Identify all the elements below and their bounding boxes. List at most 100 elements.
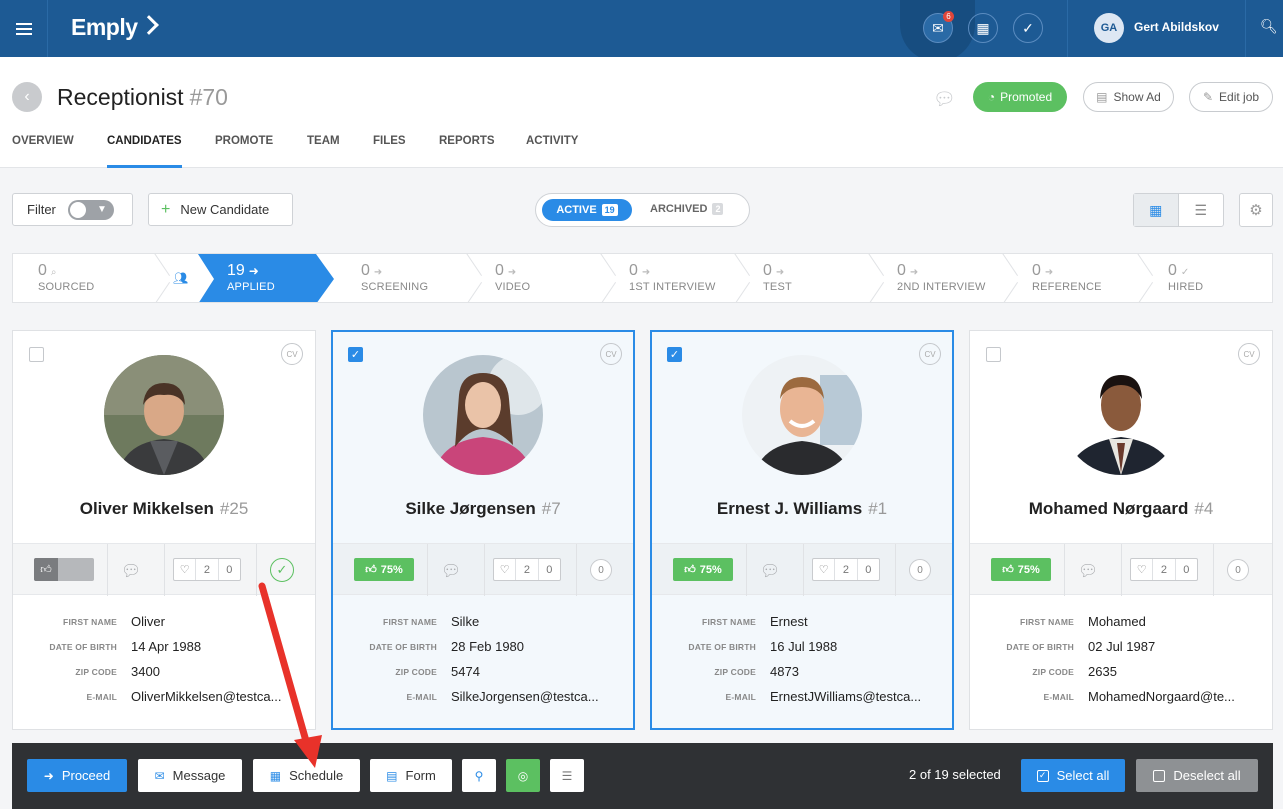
schedule-button[interactable]: ▦ Schedule — [253, 759, 360, 792]
tab-overview[interactable]: OVERVIEW — [12, 135, 74, 168]
rating-bar[interactable]: 👍︎ — [34, 558, 94, 581]
location-pin-icon[interactable]: ⚲ — [462, 759, 496, 792]
active-filter[interactable]: ACTIVE 19 — [542, 199, 632, 221]
candidate-name[interactable]: Mohamed Nørgaard #4 — [970, 499, 1272, 519]
comments-icon[interactable]: 💬︎ — [933, 89, 956, 110]
select-checkbox[interactable] — [29, 347, 44, 362]
stage-2nd-interview[interactable]: 0 ➜ 2ND INTERVIEW — [885, 254, 1005, 302]
divider — [1067, 0, 1068, 57]
mail-icon[interactable]: ✉ 6 — [923, 11, 954, 43]
candidate-card[interactable]: CV Oliver Mikkelsen #25 👍︎ 💬︎ ♡ 2 0 ✓ FIRST… — [12, 330, 316, 730]
promoted-button[interactable]: ◔ Promoted — [973, 82, 1067, 112]
deselect-all-button[interactable]: Deselect all — [1136, 759, 1258, 792]
comments-icon[interactable]: 💬︎ — [1078, 561, 1098, 581]
form-icon: ▤ — [386, 768, 398, 783]
more-menu-icon[interactable]: ☰ — [550, 759, 584, 792]
favorites-counter[interactable]: ♡ 2 0 — [1130, 558, 1198, 581]
comments-icon[interactable]: 💬︎ — [441, 561, 461, 581]
candidate-details: FIRST NAME Silke DATE OF BIRTH 28 Feb 1980… — [333, 609, 633, 709]
tab-candidates[interactable]: CANDIDATES — [107, 135, 182, 168]
cv-icon[interactable]: CV — [1238, 343, 1260, 365]
candidate-card[interactable]: ✓ CV Silke Jørgensen #7 👍︎ 75% 💬︎ ♡ 2 0 0 FI… — [331, 330, 635, 730]
bulk-action-bar: ➜ Proceed ✉ Message ▦ Schedule ▤ Form ⚲ ◎ ☰ … — [12, 743, 1273, 809]
tab-activity[interactable]: ACTIVITY — [526, 135, 578, 168]
approved-check-icon[interactable]: ✓ — [270, 558, 294, 582]
select-checkbox[interactable] — [986, 347, 1001, 362]
app-logo[interactable]: Emply — [71, 14, 159, 41]
filter-control[interactable]: Filter ▼ — [12, 193, 133, 226]
gear-icon[interactable]: ⚙ — [1239, 193, 1273, 227]
arrow-right-icon: ➜ — [909, 267, 919, 278]
plus-icon: + — [161, 200, 171, 218]
stage-sourced[interactable]: 0 ⌕ SOURCED — [13, 254, 153, 302]
cv-icon[interactable]: CV — [919, 343, 941, 365]
user-avatar[interactable]: GA — [1094, 13, 1124, 43]
first-name-value: Silke — [451, 614, 480, 629]
cv-icon[interactable]: CV — [281, 343, 303, 365]
top-navigation-bar: Emply ✉ 6 ▦ ✓ GA Gert Abildskov 🔍︎ — [0, 0, 1283, 62]
user-name[interactable]: Gert Abildskov — [1134, 20, 1219, 34]
candidate-name[interactable]: Silke Jørgensen #7 — [333, 499, 633, 519]
grid-view-icon[interactable]: ▦ — [1134, 194, 1179, 226]
first-name-value: Ernest — [770, 614, 808, 629]
tasks-check-icon[interactable]: ✓ — [1013, 13, 1043, 43]
calendar-icon[interactable]: ▦ — [968, 13, 998, 43]
first-name-value: Mohamed — [1088, 614, 1146, 629]
arrow-right-icon: ➜ — [507, 267, 517, 278]
stage-screening[interactable]: 0 ➜ SCREENING — [349, 254, 469, 302]
check-icon: ✓ — [1180, 267, 1190, 278]
comments-icon[interactable]: 💬︎ — [121, 561, 141, 581]
target-icon[interactable]: ◎ — [506, 759, 540, 792]
view-toggle: ▦ ☰ — [1133, 193, 1224, 227]
select-checkbox[interactable]: ✓ — [348, 347, 363, 362]
edit-job-button[interactable]: ✎ Edit job — [1189, 82, 1273, 112]
dob-value: 28 Feb 1980 — [451, 639, 525, 654]
favorites-counter[interactable]: ♡ 2 0 — [173, 558, 241, 581]
stage-hired[interactable]: 0 ✓ HIRED — [1156, 254, 1272, 302]
stage-video[interactable]: 0 ➜ VIDEO — [483, 254, 603, 302]
new-candidate-button[interactable]: + New Candidate — [148, 193, 293, 226]
stage-applied[interactable]: 19 ➜ APPLIED — [209, 254, 329, 302]
cv-icon[interactable]: CV — [600, 343, 622, 365]
menu-icon[interactable] — [0, 0, 48, 57]
tab-team[interactable]: TEAM — [307, 135, 340, 168]
candidate-details: FIRST NAME Ernest DATE OF BIRTH 16 Jul 198… — [652, 609, 952, 709]
stage-test[interactable]: 0 ➜ TEST — [751, 254, 871, 302]
tab-reports[interactable]: REPORTS — [439, 135, 495, 168]
select-all-button[interactable]: ✓ Select all — [1021, 759, 1125, 792]
comments-icon[interactable]: 💬︎ — [760, 561, 780, 581]
search-icon[interactable]: 🔍︎ — [1260, 18, 1278, 35]
favorites-counter[interactable]: ♡ 2 0 — [812, 558, 880, 581]
status-counter[interactable]: 0 — [590, 559, 612, 581]
document-icon: ▤ — [1096, 90, 1108, 104]
select-checkbox[interactable]: ✓ — [667, 347, 682, 362]
proceed-button[interactable]: ➜ Proceed — [27, 759, 127, 792]
filter-toggle[interactable]: ▼ — [67, 199, 114, 220]
list-view-icon[interactable]: ☰ — [1179, 194, 1224, 226]
users-icon[interactable]: 👥︎ — [173, 271, 188, 285]
rating-bar[interactable]: 👍︎ 75% — [673, 558, 733, 581]
candidate-name[interactable]: Oliver Mikkelsen #25 — [13, 499, 315, 519]
status-counter[interactable]: 0 — [909, 559, 931, 581]
rating-bar[interactable]: 👍︎ 75% — [991, 558, 1051, 581]
favorites-counter[interactable]: ♡ 2 0 — [493, 558, 561, 581]
back-button[interactable]: ‹ — [12, 82, 42, 112]
message-button[interactable]: ✉ Message — [138, 759, 242, 792]
candidate-name[interactable]: Ernest J. Williams #1 — [652, 499, 952, 519]
email-value: MohamedNorgaard@te... — [1088, 689, 1235, 704]
checkbox-checked-icon: ✓ — [1036, 769, 1049, 782]
rating-bar[interactable]: 👍︎ 75% — [354, 558, 414, 581]
candidate-card[interactable]: ✓ CV Ernest J. Williams #1 👍︎ 75% 💬︎ ♡ 2 0 0… — [650, 330, 954, 730]
stage-1st-interview[interactable]: 0 ➜ 1ST INTERVIEW — [617, 254, 737, 302]
tab-files[interactable]: FILES — [373, 135, 406, 168]
avatar — [423, 355, 543, 475]
heart-icon: ♡ — [174, 559, 197, 580]
show-ad-button[interactable]: ▤ Show Ad — [1083, 82, 1174, 112]
form-button[interactable]: ▤ Form — [370, 759, 452, 792]
archived-filter[interactable]: ARCHIVED 2 — [650, 203, 724, 215]
tab-promote[interactable]: PROMOTE — [215, 135, 273, 168]
arrow-right-icon: ➜ — [1044, 267, 1054, 278]
status-counter[interactable]: 0 — [1227, 559, 1249, 581]
candidate-card[interactable]: CV Mohamed Nørgaard #4 👍︎ 75% 💬︎ ♡ 2 0 0 FIR… — [969, 330, 1273, 730]
stage-reference[interactable]: 0 ➜ REFERENCE — [1020, 254, 1140, 302]
